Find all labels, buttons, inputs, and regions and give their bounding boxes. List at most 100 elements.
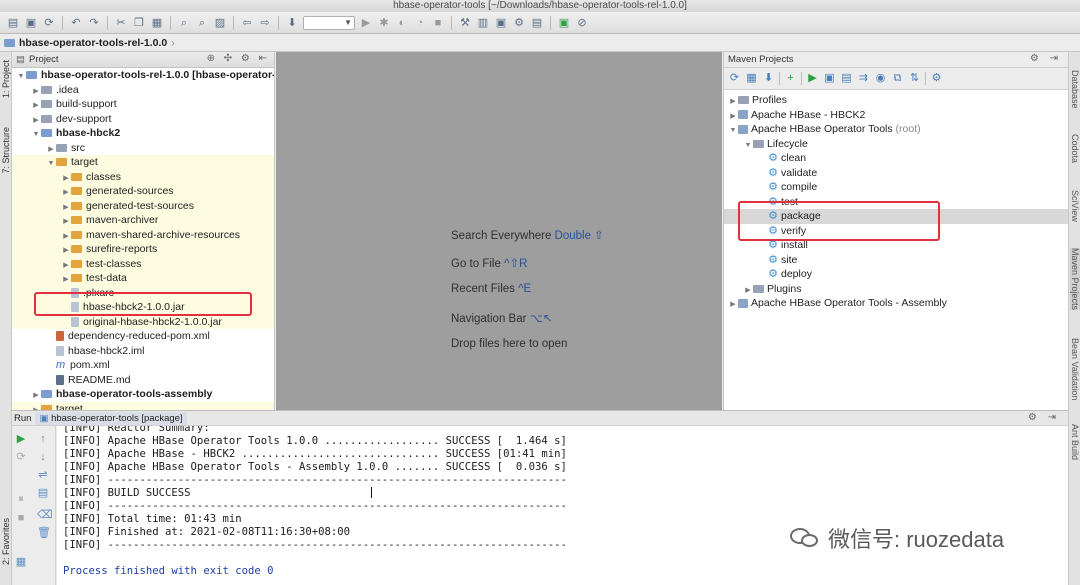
chevron-right-icon[interactable]: ▶ [728, 298, 738, 313]
run-tab[interactable]: ▣ hbase-operator-tools [package] [35, 411, 187, 425]
rerun-icon[interactable]: ▶ [15, 433, 27, 445]
project-tree-row[interactable]: ▶ build-support [12, 97, 274, 112]
sync-icon[interactable]: ⟳ [42, 16, 56, 30]
console-output[interactable]: [INFO] Reactor Summary: [INFO] Apache HBa… [57, 426, 1068, 585]
copy-icon[interactable]: ❐ [132, 16, 146, 30]
project-structure-icon[interactable]: ▥ [476, 16, 490, 30]
no-icon[interactable]: ⊘ [575, 16, 589, 30]
panel-actions-icon[interactable]: ⚙ ⇥ [1030, 53, 1062, 64]
project-tree-row[interactable]: ▶ target [12, 401, 274, 410]
project-tree-row[interactable]: ▶ surefire-reports [12, 242, 274, 257]
scroll-up-icon[interactable]: ↑ [37, 433, 49, 445]
project-tree-row[interactable]: ▶ generated-sources [12, 184, 274, 199]
find-usages-icon[interactable]: ▨ [213, 16, 227, 30]
back-icon[interactable]: ⇦ [240, 16, 254, 30]
project-tree-row[interactable]: ▶ dev-support [12, 112, 274, 127]
vcs-icon[interactable]: ⚒ [458, 16, 472, 30]
stop-icon[interactable]: ■ [431, 16, 445, 30]
project-tree-row[interactable]: ▶ .idea [12, 83, 274, 98]
project-tree-row[interactable]: ▶ maven-shared-archive-resources [12, 227, 274, 242]
profile-icon[interactable]: ◔ [413, 16, 427, 30]
redo-icon[interactable]: ↷ [87, 16, 101, 30]
find-icon[interactable]: ⌕ [177, 16, 191, 30]
settings-icon[interactable]: ⚙ [512, 16, 526, 30]
print-icon[interactable]: ▤ [37, 487, 49, 499]
project-tree-row[interactable]: ▶ generated-test-sources [12, 198, 274, 213]
rerun-failed-icon[interactable]: ⟳ [15, 451, 27, 463]
undo-icon[interactable]: ↶ [69, 16, 83, 30]
panel-actions-icon[interactable]: ⊕ ✣ ⚙ ⇤ [207, 53, 270, 64]
pause-icon[interactable]: ⏸ [15, 493, 27, 505]
structure-icon[interactable]: ▤ [530, 16, 544, 30]
build-icon[interactable]: ⬇ [285, 16, 299, 30]
project-panel-title[interactable]: Project [29, 54, 59, 65]
collapse-icon[interactable]: ⇅ [908, 72, 921, 85]
debug-icon[interactable]: ✱ [377, 16, 391, 30]
maven-tree-row[interactable]: ▶ Plugins [724, 282, 1068, 297]
run-icon[interactable]: ▶ [359, 16, 373, 30]
forward-icon[interactable]: ⇨ [258, 16, 272, 30]
maven-tree-row[interactable]: ▼ Lifecycle [724, 137, 1068, 152]
maven-tree-row[interactable]: ▶ Profiles [724, 93, 1068, 108]
structure-tool-button[interactable]: 7: Structure [1, 127, 11, 174]
replace-icon[interactable]: ⌕ [195, 16, 209, 30]
maven-tree-row[interactable]: ▶ Apache HBase - HBCK2 [724, 108, 1068, 123]
scroll-down-icon[interactable]: ↓ [37, 451, 49, 463]
bean-validation-tool-button[interactable]: Bean Validation [1070, 338, 1080, 400]
project-tree-row[interactable]: hbase-hbck2.iml [12, 344, 274, 359]
lifecycle-goal-deploy[interactable]: ⚙ deploy [724, 267, 1068, 282]
execute-goal-icon[interactable]: ▣ [823, 72, 836, 85]
sciview-tool-button[interactable]: SciView [1070, 190, 1080, 222]
save-icon[interactable]: ▣ [24, 16, 38, 30]
maven-tree-row[interactable]: ▶ Apache HBase Operator Tools - Assembly [724, 296, 1068, 311]
skip-tests-icon[interactable]: ⇉ [857, 72, 870, 85]
panel-actions-icon[interactable]: ⚙ ⇥ [1028, 412, 1060, 423]
project-tool-button[interactable]: 1: Project [1, 60, 11, 98]
run-icon[interactable]: ▶ [806, 72, 819, 85]
dependencies-icon[interactable]: ⧉ [891, 72, 904, 85]
paste-icon[interactable]: ▦ [150, 16, 164, 30]
task-icon[interactable]: ▣ [557, 16, 571, 30]
stop-icon[interactable]: ■ [15, 512, 27, 524]
download-icon[interactable]: ⬇ [762, 72, 775, 85]
run-configuration-select[interactable]: ▼ [303, 15, 355, 30]
clear-icon[interactable]: ⌫ [37, 509, 53, 521]
layout-icon[interactable]: ▦ [15, 556, 27, 568]
project-tree-row[interactable]: ▼ target [12, 155, 274, 170]
database-tool-button[interactable]: Database [1070, 70, 1080, 109]
lifecycle-goal-validate[interactable]: ⚙ validate [724, 166, 1068, 181]
lifecycle-goal-site[interactable]: ⚙ site [724, 253, 1068, 268]
project-tree-row[interactable]: ▶ hbase-operator-tools-assembly [12, 387, 274, 402]
maven-settings-icon[interactable]: ⚙ [930, 72, 943, 85]
project-tree-row[interactable]: ▶ maven-archiver [12, 213, 274, 228]
soft-wrap-icon[interactable]: ⇌ [37, 469, 49, 481]
lifecycle-icon[interactable]: ◉ [874, 72, 887, 85]
project-tree-row[interactable]: m pom.xml [12, 358, 274, 373]
cut-icon[interactable]: ✂ [114, 16, 128, 30]
lifecycle-goal-compile[interactable]: ⚙ compile [724, 180, 1068, 195]
open-icon[interactable]: ▤ [6, 16, 20, 30]
delete-icon[interactable]: 🗑 [37, 527, 51, 539]
project-tree-row[interactable]: ▼ hbase-hbck2 [12, 126, 274, 141]
codota-tool-button[interactable]: Codota [1070, 134, 1080, 163]
add-icon[interactable]: + [784, 72, 797, 85]
project-tree-row[interactable]: dependency-reduced-pom.xml [12, 329, 274, 344]
lifecycle-goal-clean[interactable]: ⚙ clean [724, 151, 1068, 166]
toggle-offline-icon[interactable]: ▤ [840, 72, 853, 85]
reimport-icon[interactable]: ⟳ [728, 72, 741, 85]
sdk-icon[interactable]: ▣ [494, 16, 508, 30]
project-tree-row[interactable]: ▶ test-classes [12, 256, 274, 271]
maven-tool-button[interactable]: Maven Projects [1070, 248, 1080, 311]
project-tree-row[interactable]: ▼ hbase-operator-tools-rel-1.0.0 [hbase-o… [12, 68, 274, 83]
project-tree-row[interactable]: original-hbase-hbck2-1.0.0.jar [12, 314, 274, 329]
breadcrumb[interactable]: hbase-operator-tools-rel-1.0.0 [19, 37, 167, 49]
project-tree-row[interactable]: ▶ classes [12, 169, 274, 184]
coverage-icon[interactable]: ◐ [395, 16, 409, 30]
project-tree-row[interactable]: ▶ src [12, 141, 274, 156]
project-tree-row[interactable]: ▶ test-data [12, 271, 274, 286]
favorites-tool-button[interactable]: 2: Favorites [1, 518, 11, 565]
project-tree-row[interactable]: README.md [12, 373, 274, 388]
generate-sources-icon[interactable]: ▦ [745, 72, 758, 85]
ant-build-tool-button[interactable]: Ant Build [1070, 424, 1080, 460]
maven-tree-row[interactable]: ▼ Apache HBase Operator Tools (root) [724, 122, 1068, 137]
